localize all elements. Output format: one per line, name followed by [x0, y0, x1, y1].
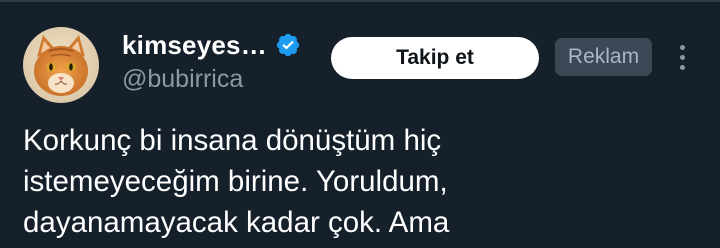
tweet-text-line: dayanamayacak kadar çok. Ama — [23, 206, 450, 239]
follow-button[interactable]: Takip et — [331, 37, 539, 79]
author-row: kimseyes… — [122, 29, 301, 61]
divider — [0, 0, 720, 2]
tweet-text-line: Korkunç bi insana dönüştüm hiç — [23, 124, 442, 157]
more-options-icon[interactable] — [670, 40, 694, 74]
cat-avatar-icon — [23, 27, 99, 103]
avatar[interactable] — [23, 27, 99, 103]
author-handle[interactable]: @bubirrica — [122, 65, 243, 94]
more-dot — [679, 44, 685, 50]
more-dot — [679, 54, 685, 60]
display-name[interactable]: kimseyes… — [122, 30, 267, 61]
more-dot — [679, 64, 685, 70]
ad-badge: Reklam — [555, 38, 652, 76]
tweet-card[interactable]: kimseyes… @bubirrica Takip et Reklam Kor… — [0, 0, 720, 248]
tweet-text-line: istemeyeceğim birine. Yoruldum, — [23, 165, 448, 198]
verified-badge-icon[interactable] — [275, 32, 301, 58]
tweet-text: Korkunç bi insana dönüştüm hiç istemeyec… — [23, 120, 703, 243]
